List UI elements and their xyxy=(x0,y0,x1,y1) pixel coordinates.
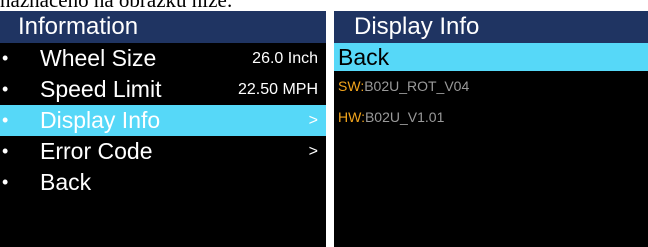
menu-item-display-info[interactable]: • Display Info > xyxy=(0,105,326,136)
bullet-icon: • xyxy=(2,141,9,161)
information-title: Information xyxy=(0,11,326,43)
chevron-right-icon: > xyxy=(308,143,318,160)
bullet-icon: • xyxy=(2,172,9,192)
bullet-icon: • xyxy=(2,110,9,130)
menu-item-speed-limit[interactable]: • Speed Limit 22.50 MPH xyxy=(0,74,326,105)
back-button[interactable]: Back xyxy=(334,43,648,71)
software-version: B02U_ROT_V04 xyxy=(364,78,470,94)
display-info-screen: Display Info Back SW:B02U_ROT_V04 HW:B02… xyxy=(334,11,648,247)
menu-item-label: Wheel Size xyxy=(40,45,157,71)
bullet-icon: • xyxy=(2,48,9,68)
menu-item-wheel-size[interactable]: • Wheel Size 26.0 Inch xyxy=(0,43,326,74)
menu-item-label: Speed Limit xyxy=(40,76,162,102)
menu-item-label: Display Info xyxy=(40,107,161,133)
menu-item-label: Error Code xyxy=(40,138,153,164)
display-info-title: Display Info xyxy=(334,11,648,43)
wheel-size-value: 26.0 Inch xyxy=(252,50,318,67)
hardware-key: HW xyxy=(338,109,362,125)
software-key: SW xyxy=(338,78,361,94)
menu-item-label: Back xyxy=(40,169,92,195)
caption-text: naznačeno na obrázku níže: xyxy=(0,0,648,11)
speed-limit-value: 22.50 MPH xyxy=(237,81,318,98)
menu-item-error-code[interactable]: • Error Code > xyxy=(0,136,326,167)
bullet-icon: • xyxy=(2,79,9,99)
hardware-version-row: HW:B02U_V1.01 xyxy=(334,102,648,133)
information-menu: • Wheel Size 26.0 Inch • Speed Limit 22.… xyxy=(0,43,326,198)
menu-item-back[interactable]: • Back xyxy=(0,167,326,198)
chevron-right-icon: > xyxy=(308,112,318,129)
hardware-version: B02U_V1.01 xyxy=(364,109,445,125)
information-screen: Information • Wheel Size 26.0 Inch • Spe… xyxy=(0,11,326,247)
software-version-row: SW:B02U_ROT_V04 xyxy=(334,71,648,102)
